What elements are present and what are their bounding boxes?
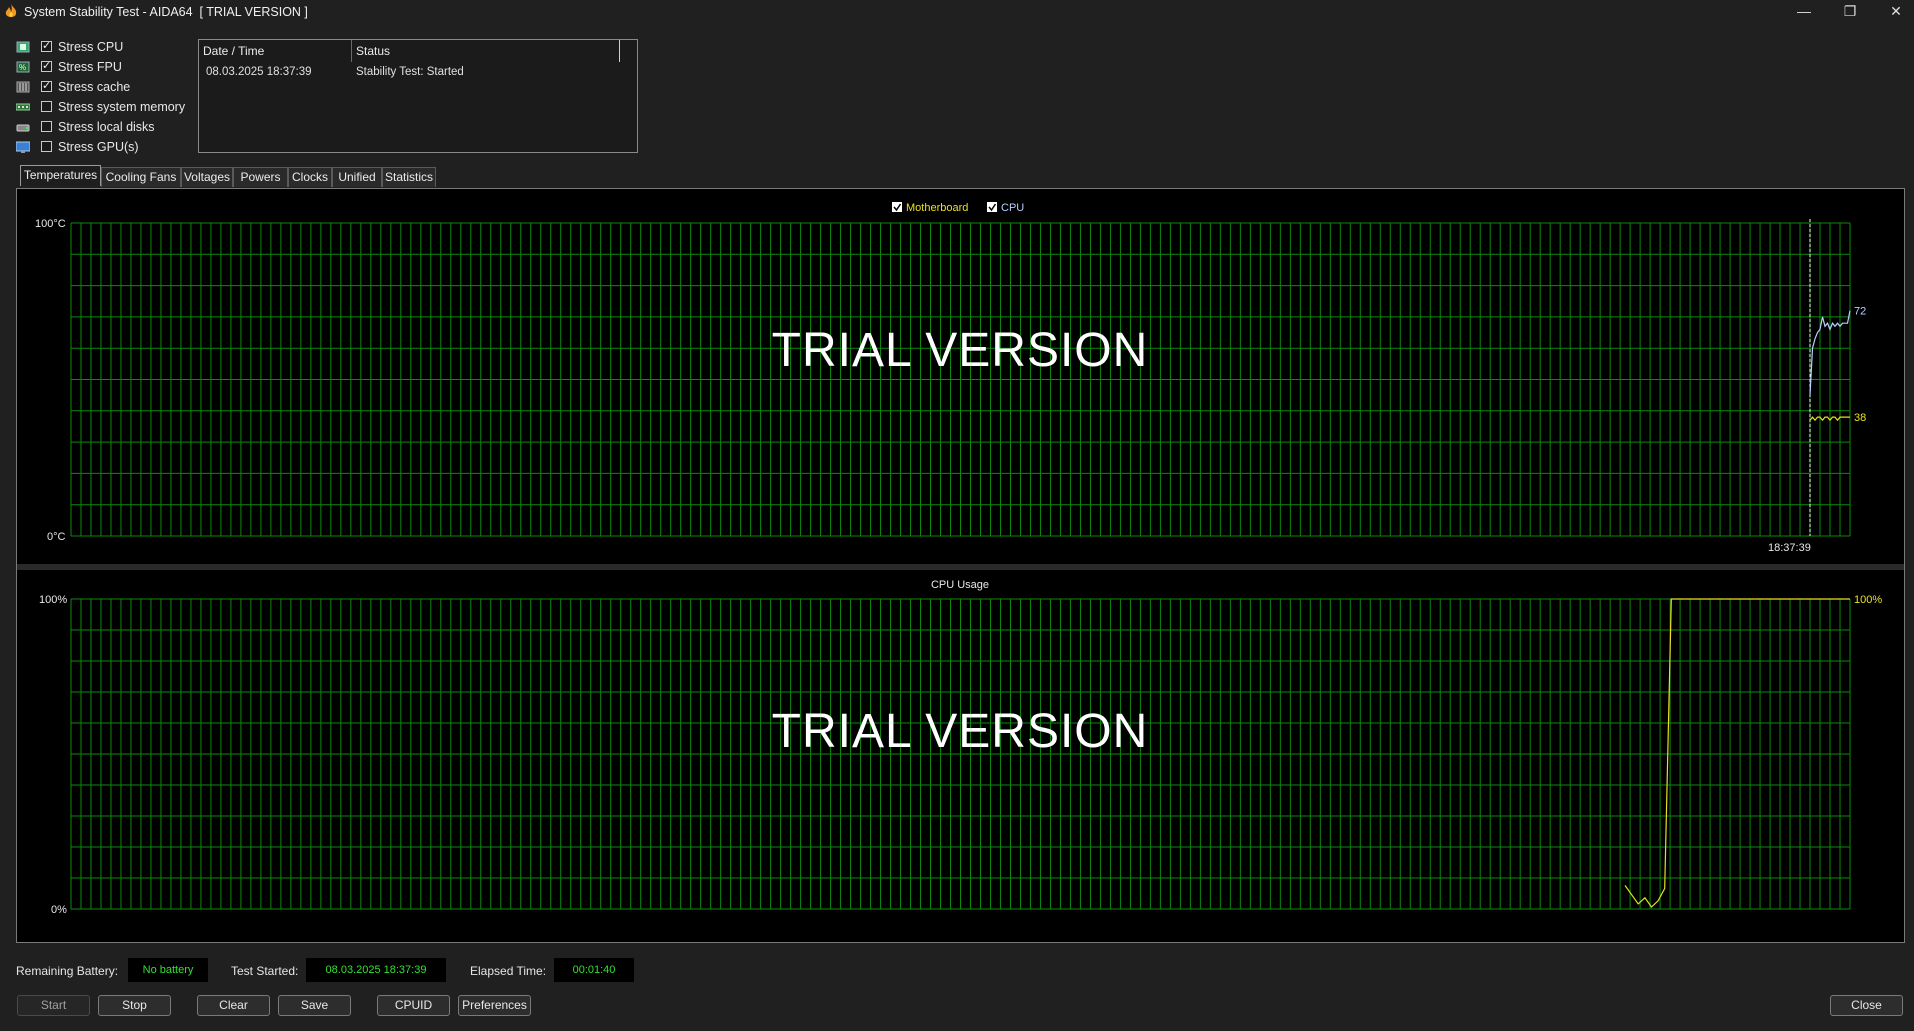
stress-option-label: Stress cache	[58, 80, 131, 94]
stop-button[interactable]: Stop	[98, 995, 171, 1016]
legend-label-cpu: CPU	[1001, 202, 1024, 214]
status-log: Date / Time Status 08.03.2025 18:37:39 S…	[198, 39, 638, 153]
battery-value: No battery	[128, 958, 208, 982]
memory-icon	[16, 103, 30, 111]
stress-option-stress-fpu[interactable]: % Stress FPU	[16, 59, 216, 77]
fpu-icon: %	[16, 61, 30, 73]
stress-checkbox[interactable]	[41, 39, 52, 52]
stress-option-label: Stress CPU	[58, 40, 124, 54]
trial-watermark: TRIAL VERSION	[772, 324, 1149, 377]
tab-unified[interactable]: Unified	[332, 167, 382, 187]
aida64-flame-icon	[5, 4, 17, 17]
graph-panel: Motherboard CPU 100°C 0°C 18:37:39 TRIAL VERS…	[16, 188, 1905, 943]
y-tick-label: 0°C	[47, 531, 66, 543]
disk-icon	[16, 124, 30, 132]
tab-statistics[interactable]: Statistics	[382, 167, 436, 187]
stress-checkbox[interactable]	[41, 121, 52, 132]
column-date-time[interactable]: Date / Time	[199, 40, 352, 62]
stress-option-stress-cpu[interactable]: Stress CPU	[16, 39, 216, 57]
grid	[70, 222, 1851, 537]
test-started-value: 08.03.2025 18:37:39	[306, 958, 446, 982]
preferences-button[interactable]: Preferences	[458, 995, 531, 1016]
trial-watermark: TRIAL VERSION	[772, 705, 1149, 758]
test-started-label: Test Started:	[231, 964, 299, 978]
stress-option-stress-cache[interactable]: Stress cache	[16, 79, 216, 97]
elapsed-time-value: 00:01:40	[554, 958, 634, 982]
stress-checkbox[interactable]	[41, 79, 52, 92]
stress-option-stress-system-memory[interactable]: Stress system memory	[16, 99, 216, 117]
status-log-header: Date / Time Status	[199, 40, 637, 62]
y-tick-label: 0%	[51, 904, 67, 916]
status-log-datetime: 08.03.2025 18:37:39	[206, 66, 312, 78]
y-tick-label: 100°C	[35, 218, 66, 230]
status-log-row[interactable]: 08.03.2025 18:37:39 Stability Test: Star…	[199, 62, 620, 82]
tab-temperatures[interactable]: Temperatures	[20, 165, 101, 186]
time-marker-label: 18:37:39	[1768, 542, 1811, 554]
series-value-label: 72	[1854, 306, 1866, 318]
temperature-legend: Motherboard CPU	[892, 202, 1024, 214]
tab-cooling-fans[interactable]: Cooling Fans	[101, 167, 181, 187]
stress-option-stress-local-disks[interactable]: Stress local disks	[16, 119, 216, 137]
tab-powers[interactable]: Powers	[233, 167, 288, 187]
series-value-label: 38	[1854, 412, 1866, 424]
restore-button[interactable]: ❐	[1827, 0, 1873, 22]
stress-option-label: Stress system memory	[58, 100, 186, 114]
stress-checkbox[interactable]	[41, 59, 52, 72]
close-window-button[interactable]: ✕	[1873, 0, 1914, 22]
temperature-chart: Motherboard CPU 100°C 0°C 18:37:39 TRIAL VERS…	[35, 202, 1866, 554]
gpu-icon	[16, 141, 30, 153]
close-button[interactable]: Close	[1830, 995, 1903, 1016]
legend-label-motherboard: Motherboard	[906, 202, 968, 214]
stress-option-label: Stress GPU(s)	[58, 140, 139, 154]
series-value-label: 100%	[1854, 594, 1882, 606]
series-line-cpu-usage	[1624, 598, 1850, 908]
column-status[interactable]: Status	[352, 40, 620, 62]
save-button[interactable]: Save	[278, 995, 351, 1016]
cpuid-button[interactable]: CPUID	[377, 995, 450, 1016]
stress-checkbox[interactable]	[41, 101, 52, 112]
clear-button[interactable]: Clear	[197, 995, 270, 1016]
cpu-usage-chart: CPU Usage 100% 0% TRIAL VERSION 100%	[39, 579, 1882, 916]
start-button[interactable]: Start	[17, 995, 90, 1016]
cpu-icon	[16, 41, 30, 53]
stress-option-stress-gpu-s[interactable]: Stress GPU(s)	[16, 139, 216, 157]
window-title: System Stability Test - AIDA64 [ TRIAL V…	[24, 5, 308, 19]
status-log-status: Stability Test: Started	[356, 66, 464, 78]
tab-clocks[interactable]: Clocks	[288, 167, 332, 187]
cpu-usage-title: CPU Usage	[931, 579, 989, 591]
cache-icon	[16, 81, 30, 93]
svg-text:%: %	[19, 63, 26, 72]
stress-option-label: Stress local disks	[58, 120, 155, 134]
title-bar: System Stability Test - AIDA64 [ TRIAL V…	[0, 0, 1914, 24]
tab-voltages[interactable]: Voltages	[181, 167, 233, 187]
minimize-button[interactable]: —	[1781, 0, 1827, 22]
elapsed-time-label: Elapsed Time:	[470, 964, 547, 978]
battery-label: Remaining Battery:	[16, 964, 119, 978]
y-tick-label: 100%	[39, 594, 67, 606]
stress-checkbox[interactable]	[41, 141, 52, 152]
stress-option-label: Stress FPU	[58, 60, 122, 74]
